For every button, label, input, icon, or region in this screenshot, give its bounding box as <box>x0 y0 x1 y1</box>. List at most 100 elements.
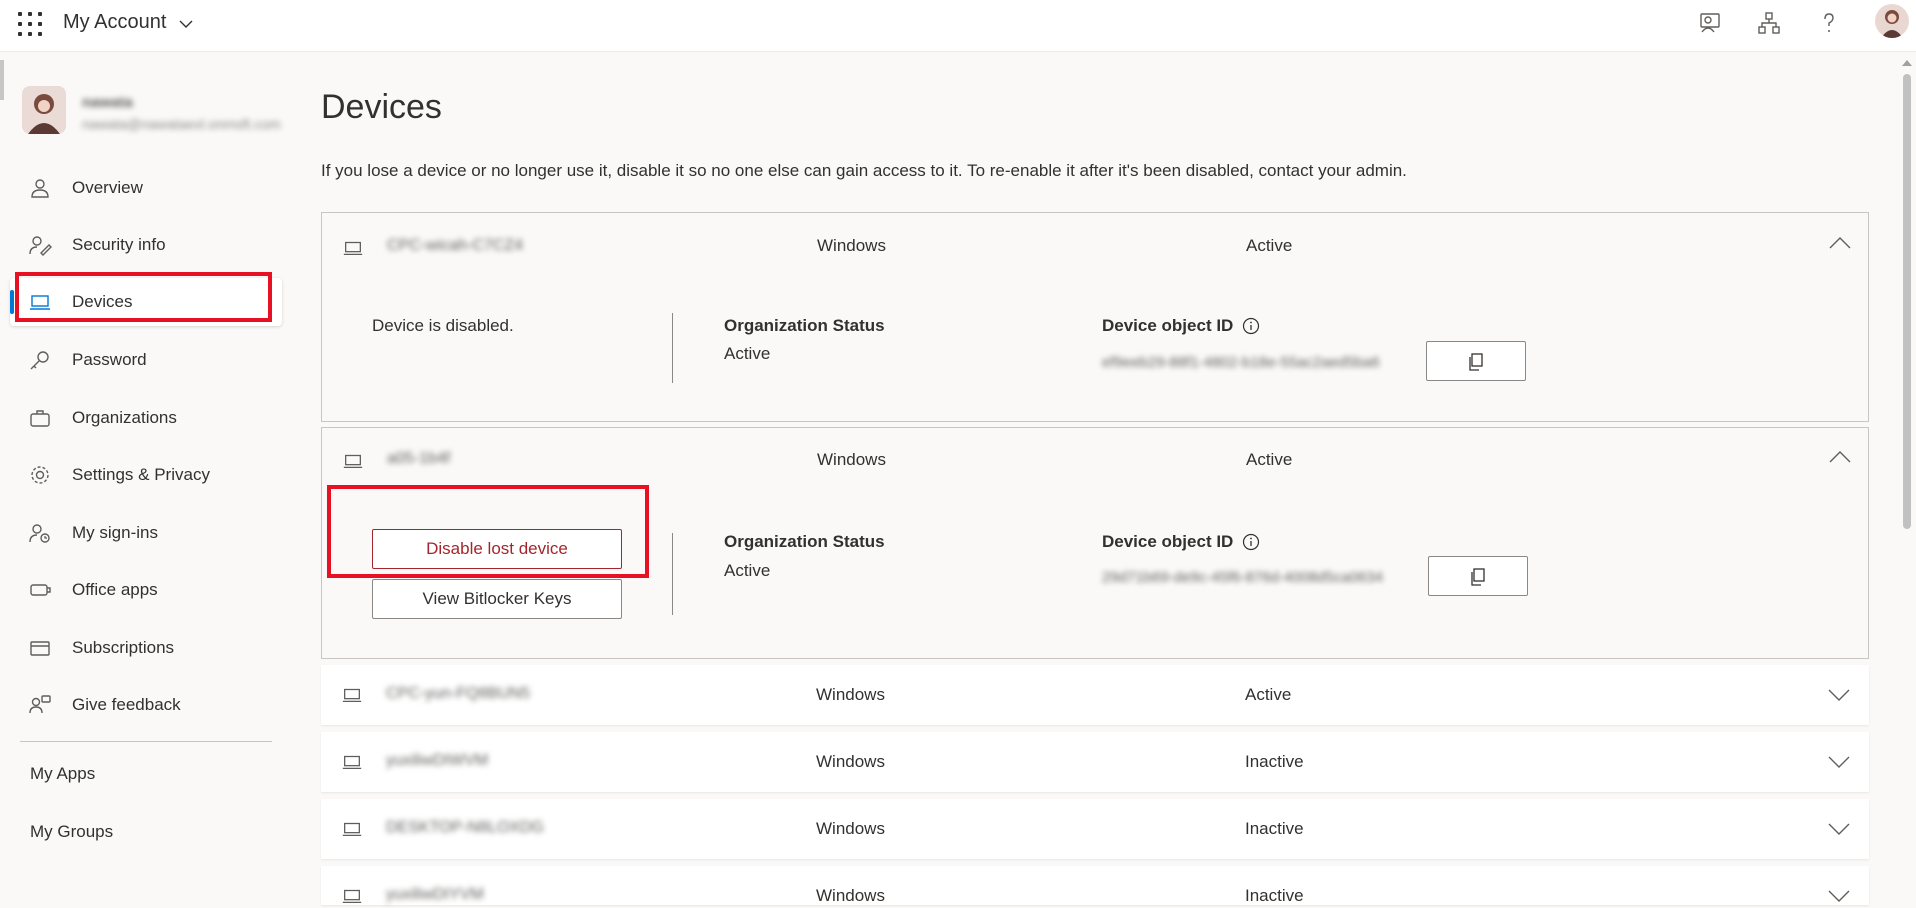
view-bitlocker-keys-button[interactable]: View Bitlocker Keys <box>372 579 622 619</box>
page-title: Devices <box>321 88 442 126</box>
user-avatar[interactable] <box>1875 4 1909 38</box>
highlight-disable-button <box>327 485 649 578</box>
person-icon <box>31 179 49 198</box>
gear-icon <box>31 466 49 484</box>
device-name: a05-1b4f <box>387 450 451 467</box>
device-card: CPC-wicah-C7CZ4 Windows Active Device is… <box>321 212 1869 422</box>
object-id-label: Device object ID <box>1102 316 1234 335</box>
sidebar-item-label: Security info <box>72 235 166 254</box>
device-os: Windows <box>817 236 886 255</box>
chevron-down-icon[interactable] <box>1826 681 1852 707</box>
sidebar-item-label: Subscriptions <box>72 638 175 657</box>
chevron-down-icon[interactable] <box>1826 882 1852 908</box>
copy-icon <box>1471 568 1485 586</box>
device-os: Windows <box>816 886 885 905</box>
device-name: DESKTOP-N8LOXDG <box>386 819 544 836</box>
help-icon[interactable] <box>1816 10 1842 36</box>
device-status: Active <box>1246 450 1293 469</box>
sidebar-item-overview[interactable]: Overview <box>10 164 282 212</box>
chevron-up-icon[interactable] <box>1827 445 1853 471</box>
object-id-label: Device object ID <box>1102 532 1234 551</box>
object-id-value: 29d71b69-de9c-45f6-876d-4008d5ca0634 <box>1102 569 1384 586</box>
device-name: CPC-wicah-C7CZ4 <box>387 237 524 254</box>
laptop-icon <box>343 454 363 469</box>
org-status-label: Organization Status <box>724 316 885 335</box>
sidebar-item-security-info[interactable]: Security info <box>10 221 282 269</box>
laptop-icon <box>343 241 363 256</box>
org-status-label: Organization Status <box>724 532 885 551</box>
device-row[interactable]: yuxiliwDIYVM Windows Inactive <box>321 866 1869 905</box>
device-name: yuxiliwDIYVM <box>386 886 484 903</box>
key-icon <box>30 351 49 370</box>
chevron-up-icon[interactable] <box>1827 231 1853 257</box>
device-row[interactable]: DESKTOP-N8LOXDG Windows Inactive <box>321 799 1869 859</box>
selection-indicator <box>10 290 14 314</box>
scrollbar[interactable] <box>1900 60 1914 905</box>
chevron-down-icon[interactable] <box>1826 815 1852 841</box>
card-icon <box>30 641 50 656</box>
laptop-icon <box>342 688 362 703</box>
sidebar-item-label: Organizations <box>72 408 177 427</box>
org-status-value: Active <box>724 344 771 363</box>
waffle-icon[interactable] <box>18 12 42 36</box>
org-chart-icon[interactable] <box>1756 10 1782 36</box>
sidebar-item-my-sign-ins[interactable]: My sign-ins <box>10 509 282 557</box>
sidebar-item-organizations[interactable]: Organizations <box>10 394 282 442</box>
device-name: CPC-yun-FQ8BUN5 <box>386 685 531 702</box>
sidebar-item-password[interactable]: Password <box>10 336 282 384</box>
app-title[interactable]: My Account <box>63 11 166 34</box>
copy-icon <box>1469 353 1483 371</box>
device-status: Active <box>1246 236 1293 255</box>
sidebar-item-label: Settings & Privacy <box>72 465 210 484</box>
office-apps-icon <box>30 584 51 596</box>
org-status-value: Active <box>724 561 771 580</box>
device-disabled-text: Device is disabled. <box>372 316 514 335</box>
object-id-value: ef9eeb29-88f1-4802-b18e-55ac2aed5ba6 <box>1102 354 1380 371</box>
device-status: Inactive <box>1245 752 1304 771</box>
sidebar-link-my-apps[interactable]: My Apps <box>30 764 95 784</box>
feedback-people-icon <box>29 695 51 714</box>
profile-email: nawata@nawataexl.onmsft.com <box>82 116 281 132</box>
details-divider <box>672 533 673 615</box>
device-os: Windows <box>817 450 886 469</box>
device-name: yuxiliwDIWVM <box>386 752 489 769</box>
device-status: Active <box>1245 685 1292 704</box>
left-rail <box>0 60 4 100</box>
copy-button[interactable] <box>1428 556 1528 596</box>
device-row[interactable]: CPC-yun-FQ8BUN5 Windows Active <box>321 665 1869 725</box>
page-description: If you lose a device or no longer use it… <box>321 161 1407 180</box>
chevron-down-icon[interactable] <box>178 16 194 32</box>
device-status: Inactive <box>1245 819 1304 838</box>
top-bar: My Account <box>0 0 1916 52</box>
info-icon[interactable] <box>1242 533 1260 551</box>
copy-button[interactable] <box>1426 341 1526 381</box>
sidebar-item-label: Give feedback <box>72 695 181 714</box>
security-info-icon <box>29 236 52 256</box>
profile-card: nawata nawata@nawataexl.onmsft.com <box>22 86 292 142</box>
sidebar-item-label: Office apps <box>72 580 158 599</box>
scroll-thumb[interactable] <box>1903 74 1911 529</box>
device-os: Windows <box>816 819 885 838</box>
sidebar-item-label: My sign-ins <box>72 523 158 542</box>
sidebar-item-office-apps[interactable]: Office apps <box>10 566 282 614</box>
info-icon[interactable] <box>1242 317 1260 335</box>
sidebar-item-give-feedback[interactable]: Give feedback <box>10 681 282 729</box>
sidebar-item-label: Password <box>72 350 147 369</box>
details-divider <box>672 313 673 383</box>
device-row[interactable]: yuxiliwDIWVM Windows Inactive <box>321 732 1869 792</box>
feedback-icon[interactable] <box>1697 10 1723 36</box>
profile-name: nawata <box>82 94 133 111</box>
sidebar-divider <box>20 741 272 742</box>
sidebar-item-settings-privacy[interactable]: Settings & Privacy <box>10 451 282 499</box>
laptop-icon <box>342 889 362 904</box>
chevron-down-icon[interactable] <box>1826 748 1852 774</box>
scroll-up-arrow[interactable] <box>1902 60 1912 66</box>
sidebar-item-subscriptions[interactable]: Subscriptions <box>10 624 282 672</box>
device-status: Inactive <box>1245 886 1304 905</box>
profile-avatar <box>22 86 66 134</box>
highlight-devices-nav <box>15 272 272 322</box>
laptop-icon <box>342 755 362 770</box>
sidebar-link-my-groups[interactable]: My Groups <box>30 822 113 842</box>
laptop-icon <box>342 822 362 837</box>
sidebar-item-label: Overview <box>72 178 143 197</box>
